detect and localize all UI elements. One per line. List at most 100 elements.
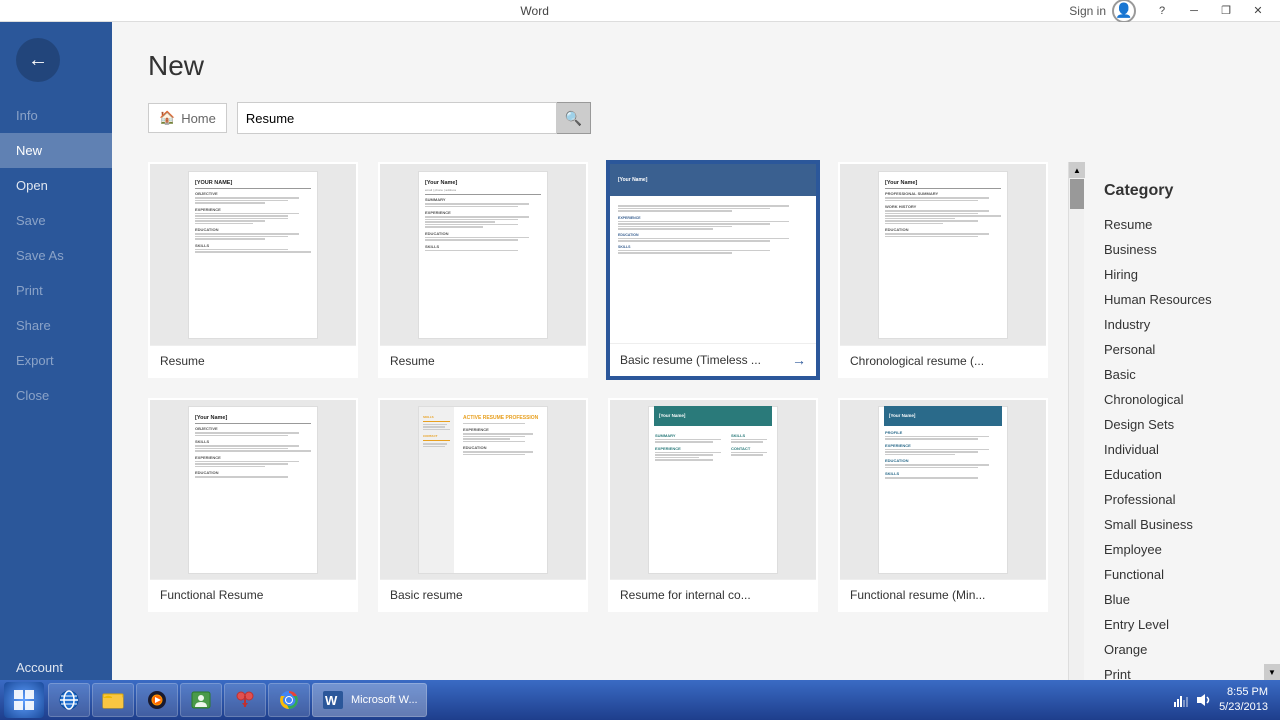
category-item-industry[interactable]: Industry 31 (1084, 312, 1280, 337)
back-button[interactable]: ← (16, 38, 60, 82)
template-thumb-func-min: [Your Name] PROFILE EXPERIENCE EDUCATION (840, 400, 1046, 580)
template-thumb-resume1: [YOUR NAME] OBJECTIVE EXPERIENCE (150, 164, 356, 346)
word-icon: W (321, 688, 345, 712)
taskbar-right: 8:55 PM 5/23/2013 (1165, 685, 1276, 716)
taskbar-item-ie[interactable] (48, 683, 90, 717)
main-content: [YOUR NAME] OBJECTIVE EXPERIENCE (148, 162, 1244, 720)
app-container: ← Info New Open Save Save As Print Share… (0, 22, 1280, 720)
template-card-resume2[interactable]: [Your Name] email | phone | address SUMM… (378, 162, 588, 378)
contacts-icon (189, 688, 213, 712)
ie-icon (57, 688, 81, 712)
category-item-basic[interactable]: Basic 16 (1084, 362, 1280, 387)
cat-name-orange: Orange (1104, 642, 1147, 657)
start-button[interactable] (4, 682, 44, 718)
close-button[interactable]: ✕ (1244, 1, 1272, 21)
sidebar-item-print[interactable]: Print (0, 273, 112, 308)
mini-resume-func: [Your Name] OBJECTIVE SKILLS EXPERIENCE (188, 406, 318, 574)
search-input[interactable] (237, 102, 557, 134)
cat-name-design-sets: Design Sets (1104, 417, 1174, 432)
sidebar-item-close[interactable]: Close (0, 378, 112, 413)
template-card-timeless[interactable]: [Your Name] EXPERIENCE (608, 162, 818, 378)
taskbar-item-snipping[interactable] (224, 683, 266, 717)
search-icon: 🔍 (565, 110, 582, 127)
search-button[interactable]: 🔍 (557, 102, 591, 134)
template-card-internal[interactable]: [Your Name] SUMMARY EXPERIENCE (608, 398, 818, 612)
cat-name-entry-level: Entry Level (1104, 617, 1169, 632)
word-taskbar-label: Microsoft W... (351, 694, 418, 706)
cat-name-basic: Basic (1104, 367, 1136, 382)
category-item-personal[interactable]: Personal 24 (1084, 337, 1280, 362)
mini-resume-internal: [Your Name] SUMMARY EXPERIENCE (648, 406, 778, 574)
template-card-chronological[interactable]: [Your Name] PROFESSIONAL SUMMARY WORK HI… (838, 162, 1048, 378)
taskbar-item-contacts[interactable] (180, 683, 222, 717)
scroll-thumb[interactable] (1070, 179, 1084, 209)
template-thumb-internal: [Your Name] SUMMARY EXPERIENCE (610, 400, 816, 580)
cat-name-small-business: Small Business (1104, 517, 1193, 532)
taskbar-item-explorer[interactable] (92, 683, 134, 717)
template-label-internal: Resume for internal co... (610, 580, 816, 610)
restore-button[interactable]: ❐ (1212, 1, 1240, 21)
cat-name-resume: Resume (1104, 217, 1152, 232)
scroll-up-button[interactable]: ▲ (1069, 162, 1085, 178)
template-label-func-min: Functional resume (Min... (840, 580, 1046, 610)
mini-resume-chron: [Your Name] PROFESSIONAL SUMMARY WORK HI… (878, 171, 1008, 339)
category-item-hr[interactable]: Human Resources 31 (1084, 287, 1280, 312)
scroll-down-button[interactable]: ▼ (1264, 664, 1280, 680)
category-item-blue[interactable]: Blue 3 (1084, 587, 1280, 612)
category-item-entry-level[interactable]: Entry Level 3 (1084, 612, 1280, 637)
sidebar-item-saveas[interactable]: Save As (0, 238, 112, 273)
sidebar-item-export[interactable]: Export (0, 343, 112, 378)
mini-resume-plain2: [Your Name] email | phone | address SUMM… (418, 171, 548, 339)
template-card-functional[interactable]: [Your Name] OBJECTIVE SKILLS EXPERIENCE (148, 398, 358, 612)
category-item-resume[interactable]: Resume 39 (1084, 212, 1280, 237)
home-label: Home (181, 111, 216, 126)
template-thumb-chronological: [Your Name] PROFESSIONAL SUMMARY WORK HI… (840, 164, 1046, 346)
cat-name-individual: Individual (1104, 442, 1159, 457)
mini-resume-func-min: [Your Name] PROFILE EXPERIENCE EDUCATION (878, 406, 1008, 574)
template-thumb-resume2: [Your Name] email | phone | address SUMM… (380, 164, 586, 346)
category-item-professional[interactable]: Professional 6 (1084, 487, 1280, 512)
sidebar-item-new[interactable]: New (0, 133, 112, 168)
category-item-small-business[interactable]: Small Business 5 (1084, 512, 1280, 537)
time: 8:55 PM (1219, 685, 1268, 700)
template-card-func-min[interactable]: [Your Name] PROFILE EXPERIENCE EDUCATION (838, 398, 1048, 612)
cat-name-business: Business (1104, 242, 1157, 257)
sidebar-item-save[interactable]: Save (0, 203, 112, 238)
template-label-resume2: Resume (380, 346, 586, 376)
category-item-business[interactable]: Business 35 (1084, 237, 1280, 262)
sidebar-item-info[interactable]: Info (0, 98, 112, 133)
home-button[interactable]: 🏠 Home (148, 103, 227, 133)
taskbar-item-word[interactable]: W Microsoft W... (312, 683, 427, 717)
category-item-individual[interactable]: Individual 11 (1084, 437, 1280, 462)
template-label-chronological: Chronological resume (... (840, 346, 1046, 376)
title-bar-controls: ? ─ ❐ ✕ (1148, 1, 1272, 21)
svg-text:W: W (325, 693, 338, 708)
time-display[interactable]: 8:55 PM 5/23/2013 (1219, 685, 1268, 716)
category-item-functional[interactable]: Functional 4 (1084, 562, 1280, 587)
taskbar-item-media[interactable] (136, 683, 178, 717)
taskbar: W Microsoft W... (0, 680, 1280, 720)
network-icon (1173, 692, 1189, 708)
category-item-design-sets[interactable]: Design Sets 14 (1084, 412, 1280, 437)
category-item-education[interactable]: Education 6 (1084, 462, 1280, 487)
template-card-resume1[interactable]: [YOUR NAME] OBJECTIVE EXPERIENCE (148, 162, 358, 378)
category-title: Category (1084, 172, 1280, 212)
taskbar-item-chrome[interactable] (268, 683, 310, 717)
volume-icon (1195, 692, 1211, 708)
help-button[interactable]: ? (1148, 1, 1176, 21)
category-item-orange[interactable]: Orange 3 (1084, 637, 1280, 662)
content-area: New 🏠 Home 🔍 [YOUR NA (112, 22, 1280, 720)
category-item-chronological[interactable]: Chronological 16 (1084, 387, 1280, 412)
category-scrollbar[interactable]: ▲ (1068, 162, 1084, 720)
template-card-basic[interactable]: SKILLS CONTACT (378, 398, 588, 612)
category-item-hiring[interactable]: Hiring 35 (1084, 262, 1280, 287)
minimize-button[interactable]: ─ (1180, 1, 1208, 21)
taskbar-items: W Microsoft W... (48, 683, 1165, 717)
sidebar-item-share[interactable]: Share (0, 308, 112, 343)
sign-in-button[interactable]: Sign in 👤 (1061, 0, 1144, 25)
system-icons (1173, 692, 1211, 708)
category-item-employee[interactable]: Employee 4 (1084, 537, 1280, 562)
date: 5/23/2013 (1219, 700, 1268, 715)
cat-name-functional: Functional (1104, 567, 1164, 582)
sidebar-item-open[interactable]: Open (0, 168, 112, 203)
